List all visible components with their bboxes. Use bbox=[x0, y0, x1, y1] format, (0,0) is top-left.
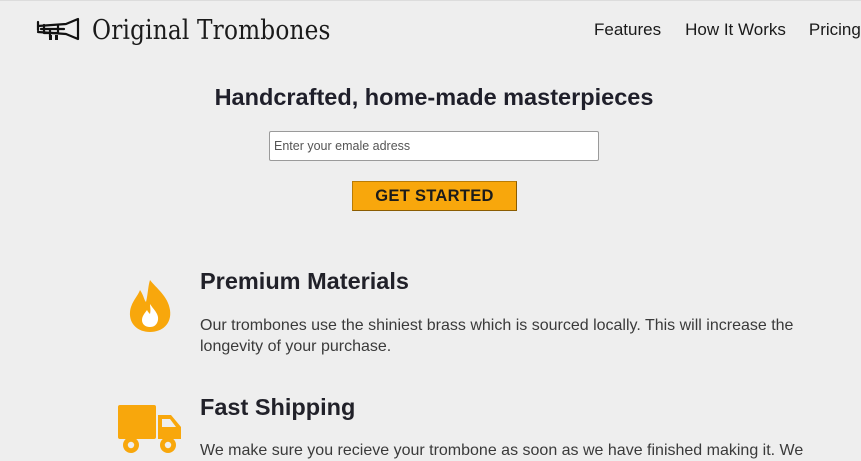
fire-icon bbox=[126, 278, 174, 339]
get-started-button[interactable]: GET STARTED bbox=[352, 181, 517, 211]
brand-name: Original Trombones bbox=[92, 14, 331, 46]
page-header: Original Trombones Features How It Works… bbox=[0, 0, 861, 60]
brand-logo[interactable]: Original Trombones bbox=[36, 10, 369, 50]
feature-description: We make sure you recieve your trombone a… bbox=[200, 442, 804, 459]
trombone-icon bbox=[36, 17, 80, 41]
email-input[interactable] bbox=[269, 131, 599, 161]
feature-title: Premium Materials bbox=[200, 268, 409, 294]
hero-title: Handcrafted, home-made masterpieces bbox=[214, 84, 654, 110]
feature-description: Our trombones use the shiniest brass whi… bbox=[200, 317, 794, 355]
nav-link-pricing[interactable]: Pricing bbox=[809, 20, 861, 40]
nav-link-how-it-works[interactable]: How It Works bbox=[685, 20, 786, 40]
nav-link-features[interactable]: Features bbox=[594, 20, 661, 40]
feature-title: Fast Shipping bbox=[200, 394, 356, 420]
truck-icon bbox=[117, 403, 183, 460]
main-nav: Features How It Works Pricing bbox=[594, 20, 861, 40]
